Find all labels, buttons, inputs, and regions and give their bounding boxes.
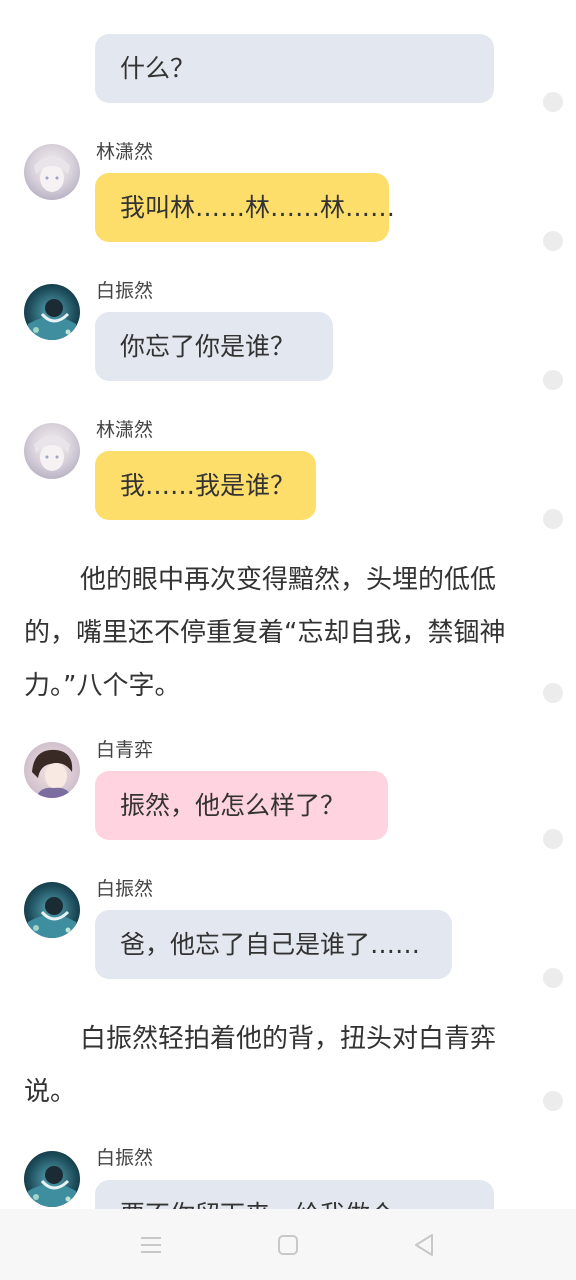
- message-text: 你忘了你是谁？: [120, 332, 296, 361]
- back-triangle-icon[interactable]: [406, 1227, 442, 1263]
- speaker-name: 白振然: [96, 1147, 154, 1169]
- message-bubble: 爸，他忘了自己是谁了……: [95, 910, 452, 979]
- comment-dot[interactable]: [543, 509, 563, 529]
- comment-dot[interactable]: [543, 370, 563, 390]
- avatar-lin[interactable]: [24, 423, 80, 479]
- message-text: 爸，他忘了自己是谁了……: [120, 930, 421, 959]
- message-bubble: 振然，他怎么样了？: [95, 771, 388, 840]
- system-navigation-bar: [0, 1209, 576, 1280]
- message-bubble: 我叫林……林……林……: [95, 173, 395, 242]
- message-bubble: 我……我是谁？: [95, 451, 316, 520]
- message-text: 我……我是谁？: [120, 471, 296, 500]
- narration-paragraph: 白振然轻拍着他的背，扭头对白青弈说。: [24, 1024, 497, 1107]
- comment-dot[interactable]: [543, 968, 563, 988]
- message-bubble: 你忘了你是谁？: [95, 312, 333, 381]
- home-square-icon[interactable]: [270, 1227, 306, 1263]
- menu-icon[interactable]: [133, 1227, 169, 1263]
- speaker-name: 白振然: [96, 280, 154, 302]
- message-text: 振然，他怎么样了？: [120, 791, 346, 820]
- avatar-lin[interactable]: [24, 144, 80, 200]
- comment-dot[interactable]: [543, 92, 563, 112]
- message-text: 什么？: [120, 54, 196, 83]
- avatar-bai-zhenran[interactable]: [24, 284, 80, 340]
- avatar-bai-zhenran[interactable]: [24, 882, 80, 938]
- comment-dot[interactable]: [543, 683, 563, 703]
- comment-dot[interactable]: [543, 1091, 563, 1111]
- avatar-bai-zhenran[interactable]: [24, 1151, 80, 1207]
- speaker-name: 林潇然: [96, 141, 154, 163]
- avatar-bai-qingyi[interactable]: [24, 742, 80, 798]
- comment-dot[interactable]: [543, 231, 563, 251]
- comment-dot[interactable]: [543, 829, 563, 849]
- message-bubble: 什么？: [95, 34, 494, 103]
- speaker-name: 白青弈: [96, 739, 154, 761]
- narration-paragraph: 他的眼中再次变得黯然，头埋的低低的，嘴里还不停重复着“忘却自我，禁锢神力。”八个…: [24, 565, 506, 701]
- message-text: 我叫林……林……林……: [120, 193, 396, 222]
- speaker-name: 林潇然: [96, 419, 154, 441]
- speaker-name: 白振然: [96, 878, 154, 900]
